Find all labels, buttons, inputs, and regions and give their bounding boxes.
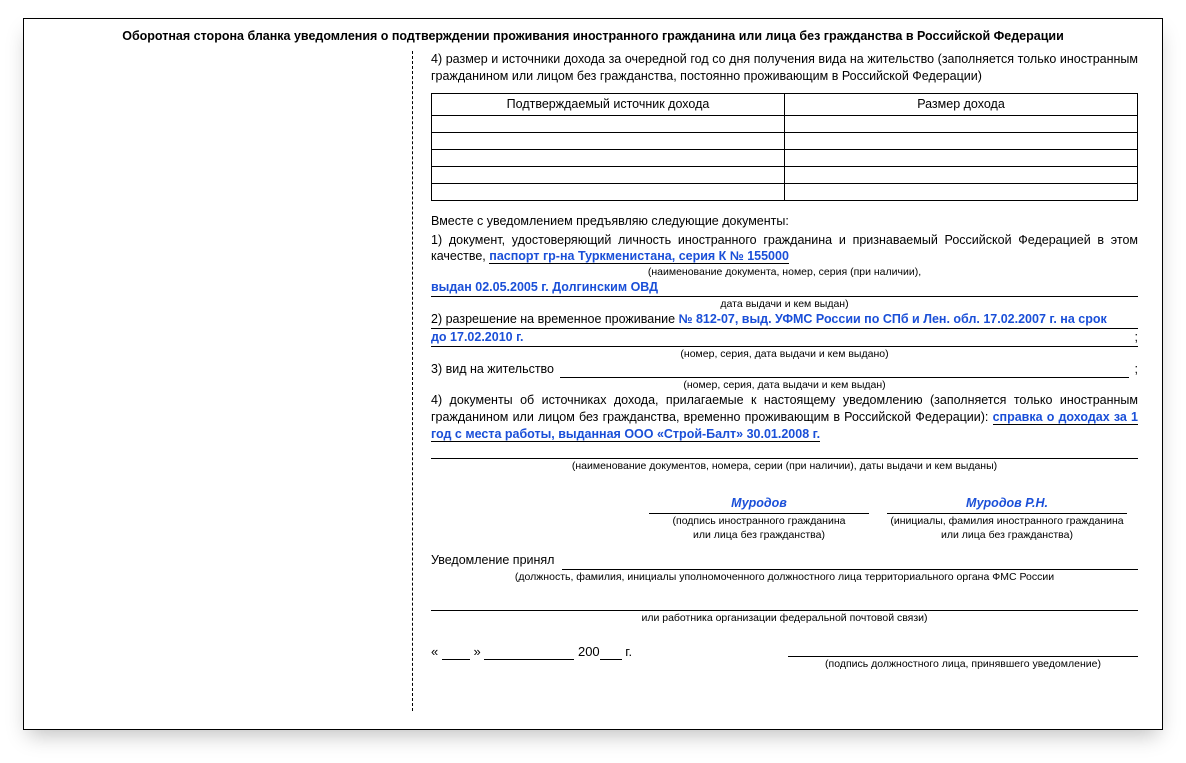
official-signature-line [788,639,1138,657]
together-text: Вместе с уведомлением предъявляю следующ… [431,213,1138,230]
table-row [432,183,1138,200]
doc2-prefix: 2) разрешение на временное проживание [431,312,679,326]
income-table: Подтверждаемый источник дохода Размер до… [431,93,1138,201]
quote-close: » [473,644,480,659]
doc2-hint: (номер, серия, дата выдачи и кем выдано) [431,347,1138,361]
form-page: Оборотная сторона бланка уведомления о п… [23,18,1163,730]
accepted-row: Уведомление принял [431,552,1138,570]
accepted-line2 [431,595,1138,611]
doc1-issued-line: выдан 02.05.2005 г. Долгинским ОВД [431,279,1138,297]
doc2-value-part2: до 17.02.2010 г. [431,330,524,344]
doc2-value-part1: № 812-07, выд. УФМС России по СПб и Лен.… [679,312,1107,326]
signature-value: Муродов [649,495,869,514]
item-4-income-text: 4) размер и источники дохода за очередно… [431,51,1138,85]
accepted-line1 [562,554,1138,570]
signature-row: Муродов (подпись иностранного гражданина… [431,495,1138,542]
doc3-block: 3) вид на жительство ; [431,361,1138,378]
income-source-header: Подтверждаемый источник дохода [432,93,785,115]
page-title: Оборотная сторона бланка уведомления о п… [48,29,1138,43]
doc4-hint: (наименование документов, номера, серии … [431,459,1138,473]
doc4-blank-line [431,443,1138,459]
right-content-column: 4) размер и источники дохода за очередно… [413,51,1138,711]
table-row [432,166,1138,183]
official-signature-hint: (подпись должностного лица, принявшего у… [788,657,1138,671]
accepted-hint: (должность, фамилия, инициалы уполномоче… [431,570,1138,584]
initials-value: Муродов Р.Н. [887,495,1127,514]
income-amount-header: Размер дохода [785,93,1138,115]
doc2-line2: до 17.02.2010 г.; [431,329,1138,347]
doc3-blank-line [560,362,1129,378]
initials-box: Муродов Р.Н. (инициалы, фамилия иностран… [887,495,1127,542]
signature-box: Муродов (подпись иностранного гражданина… [649,495,869,542]
official-signature-box: (подпись должностного лица, принявшего у… [788,639,1138,671]
date-day-slot [442,646,470,660]
date-year-slot [600,646,622,660]
date-month-slot [484,646,574,660]
date-row: « » 200 г. (подпись должностного лица, п… [431,643,1138,671]
doc4-block: 4) документы об источниках дохода, прила… [431,392,1138,443]
table-row [432,132,1138,149]
doc1-hint: (наименование документа, номер, серия (п… [431,265,1138,279]
date-year-suffix: г. [625,644,632,659]
doc1-hint2: дата выдачи и кем выдан) [431,297,1138,311]
table-header-row: Подтверждаемый источник дохода Размер до… [432,93,1138,115]
columns: 4) размер и источники дохода за очередно… [48,51,1138,711]
doc1-issued: выдан 02.05.2005 г. Долгинским ОВД [431,280,658,294]
doc3-prefix: 3) вид на жительство [431,361,554,378]
accepted-hint2: или работника организации федеральной по… [431,611,1138,625]
quote-open: « [431,644,438,659]
doc1-block: 1) документ, удостоверяющий личность ино… [431,232,1138,266]
date-year-prefix: 200 [578,644,600,659]
initials-hint: (инициалы, фамилия иностранного граждани… [887,514,1127,542]
table-row [432,149,1138,166]
doc3-hint: (номер, серия, дата выдачи и кем выдан) [431,378,1138,392]
accepted-label: Уведомление принял [431,552,554,570]
signature-hint: (подпись иностранного гражданина или лиц… [649,514,869,542]
doc1-value: паспорт гр-на Туркменистана, серия К № 1… [489,249,789,264]
table-row [432,115,1138,132]
left-empty-column [48,51,413,711]
doc2-line1: 2) разрешение на временное проживание № … [431,311,1138,329]
